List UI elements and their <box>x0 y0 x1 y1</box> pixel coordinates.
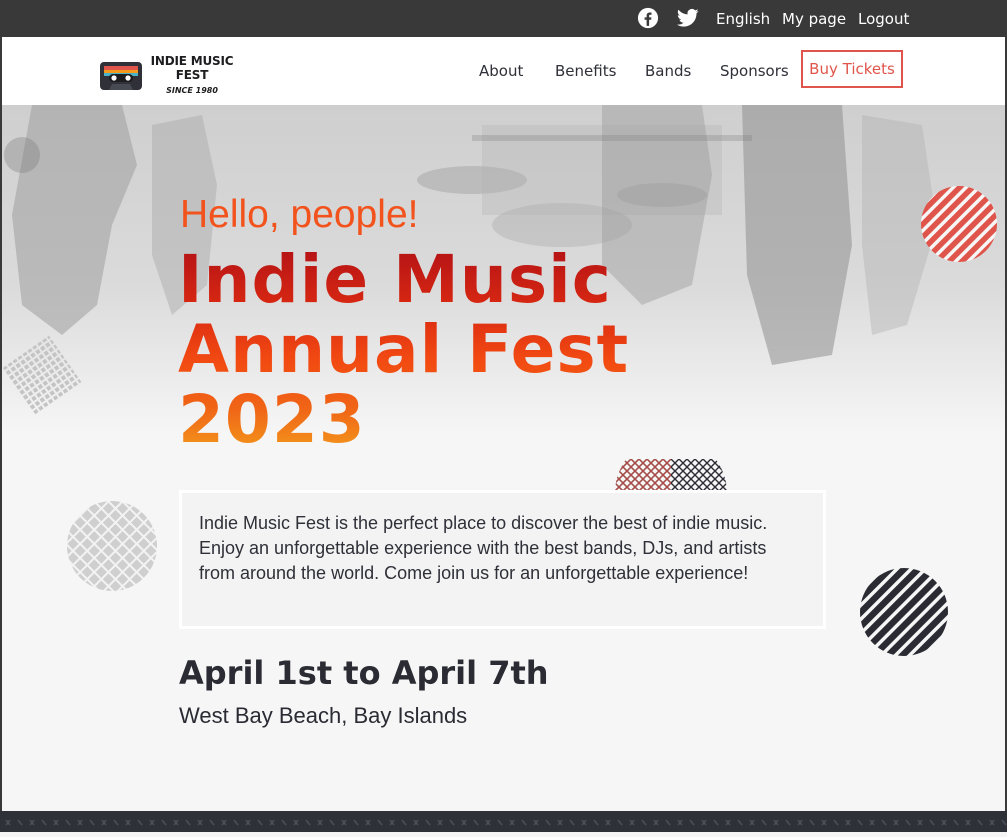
event-dates: April 1st to April 7th <box>179 654 549 692</box>
footer-pattern <box>0 811 1007 832</box>
headline-line-2: Annual Fest <box>178 311 630 388</box>
logout-link[interactable]: Logout <box>858 10 909 28</box>
nav-about[interactable]: About <box>479 62 523 80</box>
hero-greeting: Hello, people! <box>180 193 419 236</box>
headline-line-1: Indie Music <box>178 241 612 318</box>
logo-title[interactable]: INDIE MUSIC FEST <box>145 54 239 82</box>
gray-grid-diamond-decoration <box>2 335 82 415</box>
gray-lattice-circle-decoration <box>67 501 157 591</box>
red-striped-circle-decoration <box>921 186 997 262</box>
nav-benefits[interactable]: Benefits <box>555 62 616 80</box>
buy-tickets-button[interactable]: Buy Tickets <box>801 50 903 88</box>
window-frame-left <box>0 37 2 811</box>
utility-bar: English My page Logout <box>0 0 1007 37</box>
dark-striped-circle-decoration <box>860 568 948 656</box>
description-text: Indie Music Fest is the perfect place to… <box>199 513 768 583</box>
cassette-tape-icon[interactable] <box>99 61 143 91</box>
my-page-link[interactable]: My page <box>782 10 846 28</box>
event-location: West Bay Beach, Bay Islands <box>179 703 468 728</box>
headline-line-3: 2023 <box>178 381 366 458</box>
crosshatch-half-circle-decoration <box>615 459 727 493</box>
language-selector[interactable]: English <box>716 10 770 28</box>
logo-subtitle: SINCE 1980 <box>166 86 218 95</box>
twitter-icon[interactable] <box>677 8 699 28</box>
main-navbar: INDIE MUSIC FEST SINCE 1980 About Benefi… <box>2 37 1005 105</box>
footer-pattern-band <box>0 811 1007 832</box>
hero-section: Hello, people! Indie Music Annual Fest 2… <box>2 105 1005 811</box>
description-box: Indie Music Fest is the perfect place to… <box>179 490 826 629</box>
hero-headline: Indie Music Annual Fest 2023 <box>178 245 629 455</box>
nav-bands[interactable]: Bands <box>645 62 691 80</box>
facebook-icon[interactable] <box>637 7 659 29</box>
nav-sponsors[interactable]: Sponsors <box>720 62 789 80</box>
